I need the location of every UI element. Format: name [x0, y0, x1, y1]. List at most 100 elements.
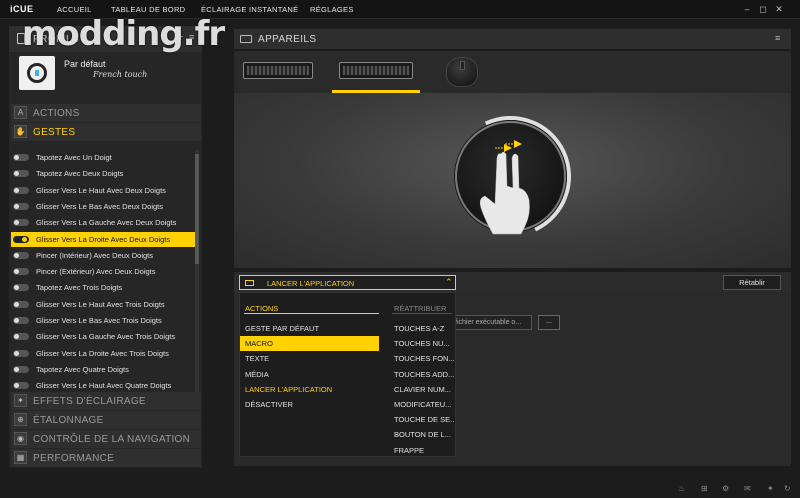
- dropdown-action-item[interactable]: DÉSACTIVER: [240, 397, 379, 412]
- gesture-item[interactable]: Glisser Vers Le Bas Avec Deux Doigts: [11, 199, 195, 214]
- gesture-item[interactable]: Glisser Vers La Gauche Avec Trois Doigts: [11, 329, 195, 344]
- gesture-toggle[interactable]: [13, 365, 29, 373]
- gesture-toggle[interactable]: [13, 219, 29, 227]
- gesture-toggle[interactable]: [13, 268, 29, 276]
- gesture-label: Glisser Vers La Gauche Avec Trois Doigts: [36, 332, 176, 342]
- gesture-toggle[interactable]: [13, 235, 29, 243]
- dropdown-reassign-item[interactable]: TOUCHES NU...: [394, 336, 454, 351]
- close-icon[interactable]: ✕: [773, 3, 785, 15]
- gesture-label: Pincer (Extérieur) Avec Deux Doigts: [36, 267, 156, 277]
- section-gestes[interactable]: ✋ GESTES: [11, 123, 201, 141]
- dropdown-action-item[interactable]: LANCER L'APPLICATION: [240, 382, 379, 397]
- device-keyboard-2[interactable]: [339, 56, 415, 86]
- dropdown-reassign-item[interactable]: TOUCHE DE SE...: [394, 412, 454, 427]
- devices-header: APPAREILS ≡: [234, 29, 791, 49]
- sparkle-icon[interactable]: ✦: [767, 484, 774, 493]
- gesture-label: Tapotez Avec Quatre Doigts: [36, 364, 129, 374]
- restore-icon[interactable]: ◻: [757, 3, 769, 15]
- gesture-toggle[interactable]: [13, 382, 29, 390]
- footer-icon[interactable]: ♨: [678, 484, 685, 493]
- gesture-label: Tapotez Avec Trois Doigts: [36, 283, 123, 293]
- scrollbar-thumb[interactable]: [195, 154, 199, 264]
- section-etalonnage[interactable]: ⊕ ÉTALONNAGE: [11, 411, 201, 429]
- section-effets-eclairage[interactable]: ✦ EFFETS D'ÉCLAIRAGE: [11, 392, 201, 410]
- action-type-value: LANCER L'APPLICATION: [267, 279, 355, 288]
- section-label: EFFETS D'ÉCLAIRAGE: [33, 396, 146, 407]
- action-type-dropdown[interactable]: LANCER L'APPLICATION ⌃: [239, 275, 456, 290]
- app-logo: iCUE: [10, 4, 34, 14]
- gesture-item[interactable]: Tapotez Avec Un Doigt: [11, 150, 195, 165]
- device-keyboard-1[interactable]: [243, 56, 315, 86]
- profile-tagline: French touch: [93, 70, 148, 79]
- watermark: modding.fr: [22, 14, 225, 54]
- dropdown-reassign-item[interactable]: BOUTON DE L...: [394, 427, 454, 442]
- gesture-toggle[interactable]: [13, 333, 29, 341]
- gesture-list-scrollbar[interactable]: [195, 150, 199, 395]
- profile-name: Par défaut: [64, 59, 106, 69]
- gesture-item[interactable]: Pincer (Extérieur) Avec Deux Doigts: [11, 264, 195, 279]
- dropdown-action-item[interactable]: GESTE PAR DÉFAUT: [240, 321, 379, 336]
- section-actions[interactable]: A ACTIONS: [11, 104, 201, 122]
- gesture-label: Glisser Vers La Gauche Avec Deux Doigts: [36, 218, 177, 228]
- profile-avatar[interactable]: [19, 56, 55, 90]
- gesture-item[interactable]: Glisser Vers La Droite Avec Deux Doigts: [11, 231, 195, 247]
- gesture-toggle[interactable]: [13, 186, 29, 194]
- dropdown-action-item[interactable]: TEXTE: [240, 351, 379, 366]
- gesture-item[interactable]: Tapotez Avec Trois Doigts: [11, 280, 195, 295]
- gesture-list: Tapotez Avec Un Doigt Tapotez Avec Deux D…: [11, 150, 195, 395]
- section-navigation[interactable]: ◉ CONTRÔLE DE LA NAVIGATION: [11, 430, 201, 448]
- dropdown-reassign-item[interactable]: TOUCHES A-Z: [394, 321, 454, 336]
- gesture-item[interactable]: Tapotez Avec Quatre Doigts: [11, 362, 195, 377]
- gesture-item[interactable]: Glisser Vers Le Bas Avec Trois Doigts: [11, 313, 195, 328]
- arrow-icon: [504, 144, 512, 152]
- gesture-item[interactable]: Glisser Vers Le Haut Avec Deux Doigts: [11, 183, 195, 198]
- refresh-icon[interactable]: ↻: [784, 484, 791, 493]
- divider: [392, 313, 452, 314]
- message-icon[interactable]: ✉: [744, 484, 751, 493]
- dropdown-actions-title: ACTIONS: [245, 304, 279, 313]
- nav-accueil[interactable]: ACCUEIL: [57, 5, 92, 14]
- dropdown-reassign-item[interactable]: TOUCHES FON...: [394, 351, 454, 366]
- gesture-toggle[interactable]: [13, 317, 29, 324]
- gesture-toggle[interactable]: [13, 284, 29, 292]
- gesture-item[interactable]: Tapotez Avec Deux Doigts: [11, 166, 195, 181]
- nav-tableau-de-bord[interactable]: TABLEAU DE BORD: [111, 5, 185, 14]
- devices-menu-icon[interactable]: ≡: [775, 33, 780, 43]
- browse-button[interactable]: ...: [538, 315, 560, 330]
- executable-path-input[interactable]: fichier exécutable o...: [452, 315, 532, 330]
- gesture-toggle[interactable]: [13, 154, 29, 161]
- gesture-label: Glisser Vers La Droite Avec Trois Doigts: [36, 348, 169, 358]
- dropdown-reassign-item[interactable]: TOUCHES ADD...: [394, 367, 454, 382]
- dropdown-action-item[interactable]: MÉDIA: [240, 367, 379, 382]
- gesture-item[interactable]: Glisser Vers Le Haut Avec Trois Doigts: [11, 297, 195, 312]
- dropdown-reassign-item[interactable]: FRAPPE: [394, 443, 454, 458]
- minimize-icon[interactable]: –: [741, 3, 753, 15]
- section-performance[interactable]: ▦ PERFORMANCE: [11, 449, 201, 467]
- hand-icon: ✋: [14, 125, 27, 138]
- gesture-label: Pincer (Intérieur) Avec Deux Doigts: [36, 250, 153, 260]
- settings-icon[interactable]: ⚙: [722, 484, 729, 493]
- nav-eclairage-instantane[interactable]: ÉCLAIRAGE INSTANTANÉ: [201, 5, 298, 14]
- window-icon: [245, 280, 254, 286]
- gesture-item[interactable]: Glisser Vers La Gauche Avec Deux Doigts: [11, 215, 195, 230]
- footer-icon[interactable]: ⊞: [701, 484, 708, 493]
- gesture-item[interactable]: Glisser Vers La Droite Avec Trois Doigts: [11, 346, 195, 361]
- gesture-toggle[interactable]: [13, 202, 29, 210]
- keyboard-device-icon: [339, 62, 413, 79]
- gesture-item[interactable]: Pincer (Intérieur) Avec Deux Doigts: [11, 248, 195, 263]
- gesture-toggle[interactable]: [13, 251, 29, 259]
- device-mouse[interactable]: [446, 57, 478, 87]
- gesture-label: Glisser Vers Le Bas Avec Deux Doigts: [36, 201, 164, 211]
- gesture-toggle[interactable]: [13, 170, 29, 178]
- gesture-item[interactable]: Glisser Vers Le Haut Avec Quatre Doigts: [11, 378, 195, 393]
- reset-button[interactable]: Rétablir: [723, 275, 781, 290]
- dropdown-action-item[interactable]: MACRO: [240, 336, 379, 352]
- nav-reglages[interactable]: RÉGLAGES: [310, 5, 354, 14]
- actions-icon: A: [14, 106, 27, 119]
- gesture-toggle[interactable]: [13, 300, 29, 308]
- dropdown-reassign-item[interactable]: CLAVIER NUM...: [394, 382, 454, 397]
- section-label: PERFORMANCE: [33, 453, 115, 464]
- chevron-up-icon: ⌃: [445, 277, 453, 287]
- dropdown-reassign-item[interactable]: MODIFICATEU...: [394, 397, 454, 412]
- gesture-toggle[interactable]: [13, 349, 29, 357]
